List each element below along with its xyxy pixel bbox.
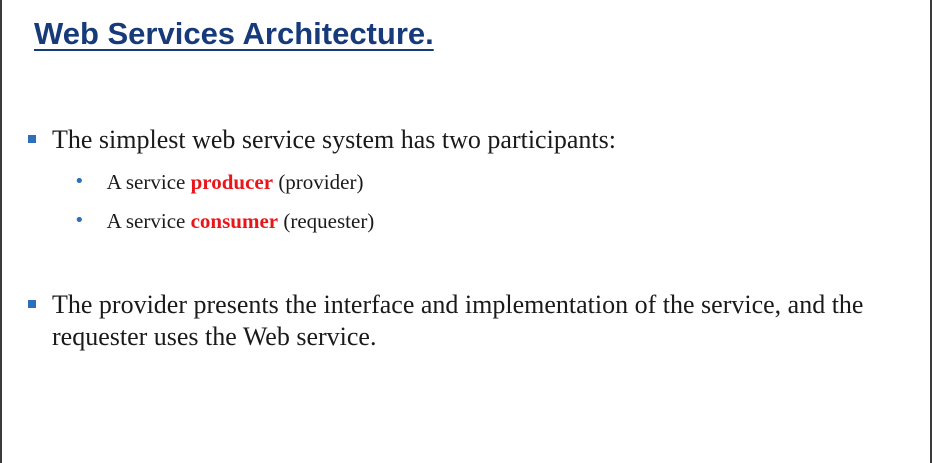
sub-bullet-item: • A service producer (provider) <box>74 169 363 195</box>
sub-bullet-prefix: A service <box>106 209 191 233</box>
square-bullet-icon <box>28 300 36 308</box>
sub-bullet-prefix: A service <box>106 170 191 194</box>
sub-bullet-suffix: (requester) <box>278 209 375 233</box>
bullet-item: The provider presents the interface and … <box>28 289 914 353</box>
slide-title: Web Services Architecture. <box>34 16 434 51</box>
bullet-text: The provider presents the interface and … <box>52 290 864 351</box>
square-bullet-icon <box>28 135 36 143</box>
round-bullet-icon: • <box>74 210 85 231</box>
emphasis-producer: producer <box>190 170 274 194</box>
emphasis-consumer: consumer <box>190 209 279 233</box>
round-bullet-icon: • <box>74 171 85 192</box>
sub-bullet-text: A service producer (provider) <box>107 169 364 195</box>
sub-bullet-suffix: (provider) <box>273 170 364 194</box>
slide: Web Services Architecture. The simplest … <box>0 0 932 463</box>
bullet-item: The simplest web service system has two … <box>28 124 728 156</box>
sub-bullet-item: • A service consumer (requester) <box>74 208 374 234</box>
bullet-text: The simplest web service system has two … <box>52 125 616 154</box>
sub-bullet-text: A service consumer (requester) <box>107 208 375 234</box>
